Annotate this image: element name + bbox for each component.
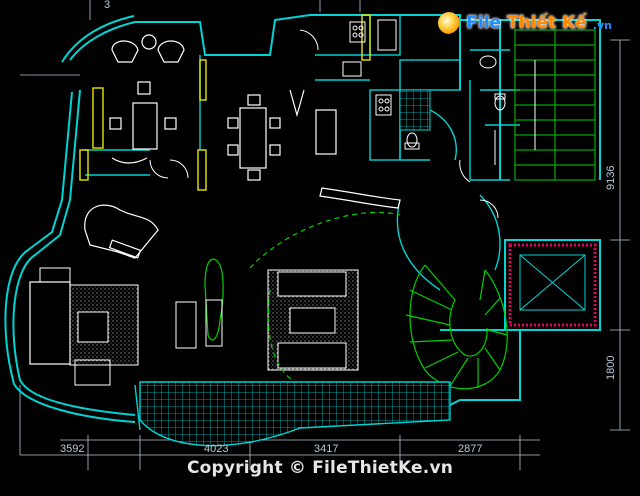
straight-staircase: [514, 29, 596, 181]
spiral-staircase: [405, 264, 508, 390]
living-area-left: [29, 267, 139, 386]
site-logo[interactable]: File Thiết Kế .vn: [438, 12, 612, 34]
elevator-shaft: [508, 243, 597, 327]
dim-bottom-left: 3592: [60, 443, 84, 455]
interior-walls: [85, 14, 520, 291]
living-area-center: [267, 269, 359, 371]
side-cabinet: [175, 299, 223, 349]
dim-bottom-mid2: 3417: [314, 443, 338, 455]
logo-word1: File: [466, 13, 502, 33]
logo-suffix: .vn: [592, 19, 612, 32]
grand-piano: [84, 204, 159, 259]
dim-bottom-mid: 4023: [204, 443, 228, 455]
bathroom-tile-floor: [399, 89, 431, 131]
copyright-watermark: Copyright © FileThietKe.vn: [186, 458, 454, 478]
dining-table: [227, 89, 401, 209]
sun-icon: [438, 12, 461, 34]
floor-plan: 9136 1800 3592 4023 3417 2877 3: [4, 0, 630, 470]
logo-word2: Thiết Kế: [507, 13, 587, 33]
balcony: [134, 381, 451, 447]
dim-right-vertical: 9136: [605, 166, 617, 190]
dim-bottom-right: 2877: [458, 443, 482, 455]
dim-right-lower: 1800: [605, 356, 617, 380]
logo-text: File Thiết Kế: [466, 13, 587, 33]
lounge-chairs: [109, 34, 185, 164]
dim-top-left: 3: [104, 0, 110, 11]
